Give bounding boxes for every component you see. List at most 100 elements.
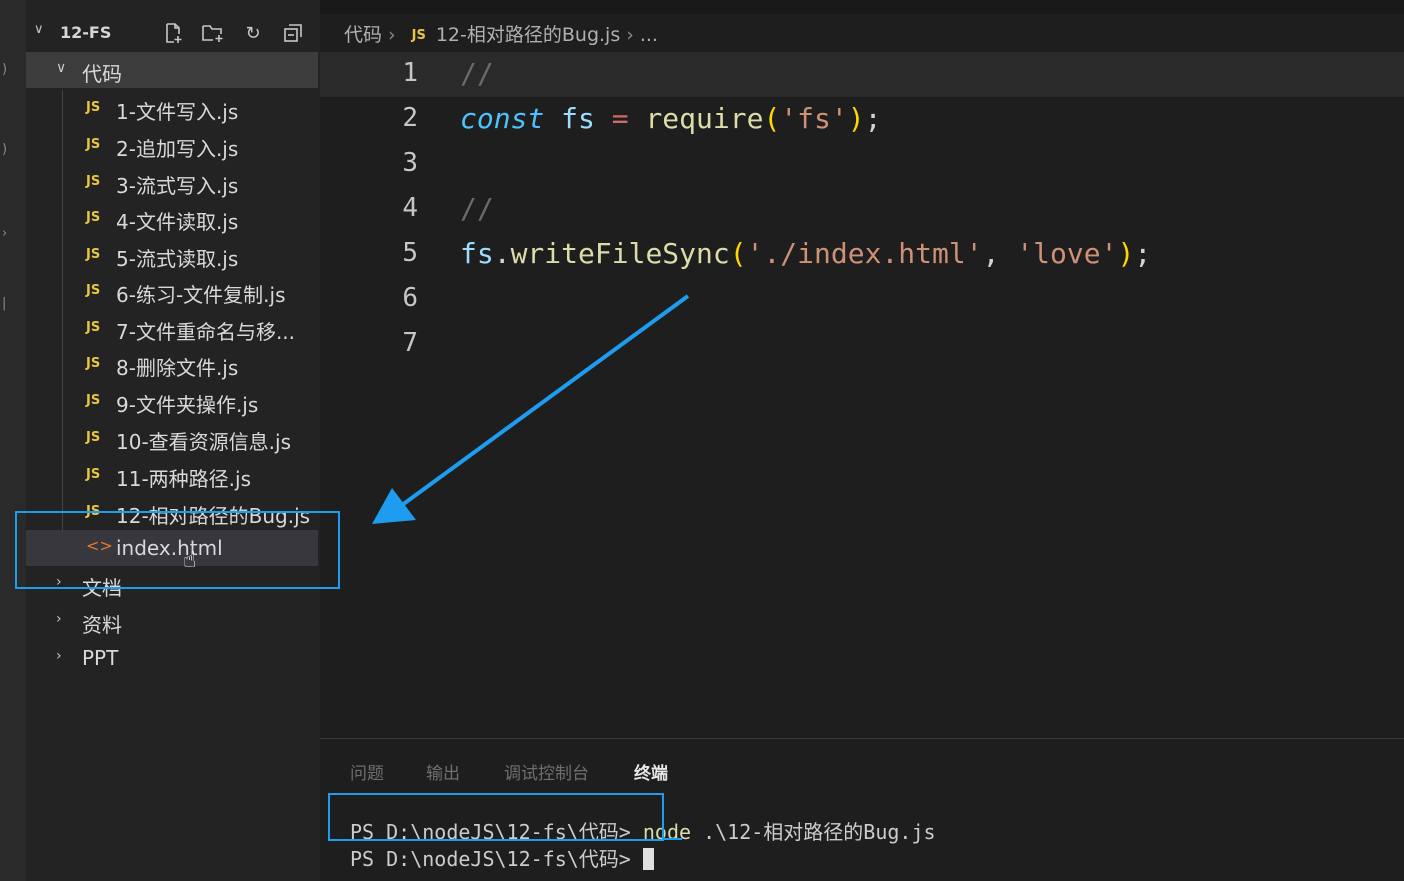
file-item[interactable]: JS 6-练习-文件复制.js xyxy=(26,273,318,309)
semicolon: ; xyxy=(1134,237,1152,270)
line-number: 3 xyxy=(402,148,418,178)
file-label: 4-文件读取.js xyxy=(116,210,239,234)
code-editor[interactable]: 代码 › JS 12-相对路径的Bug.js ›... 1 // 2 const fs … xyxy=(320,0,1404,738)
chevron-down-icon: ∨ xyxy=(56,60,67,76)
activity-icon[interactable]: › xyxy=(2,226,7,241)
js-file-icon: JS xyxy=(86,283,101,298)
folder-resources[interactable]: › 资料 xyxy=(26,603,318,639)
file-item[interactable]: JS 5-流式读取.js xyxy=(26,237,318,273)
js-file-icon: JS xyxy=(411,28,426,43)
explorer-header[interactable]: ∨ 12-FS ↻ xyxy=(26,14,320,52)
chevron-right-icon: › xyxy=(56,611,62,627)
variable: fs xyxy=(460,237,494,270)
line-number: 1 xyxy=(402,58,418,88)
semicolon: ; xyxy=(864,102,882,135)
folder-ppt[interactable]: › PPT xyxy=(26,640,318,676)
comment: // xyxy=(460,192,494,225)
string: 'love' xyxy=(1016,237,1118,270)
line-number: 6 xyxy=(402,283,418,313)
highlight-box xyxy=(328,793,664,841)
paren: ) xyxy=(1117,237,1135,270)
file-label: 5-流式读取.js xyxy=(116,247,239,271)
code-line[interactable]: 5 fs.writeFileSync('./index.html', 'love… xyxy=(320,232,1404,277)
js-file-icon: JS xyxy=(86,430,101,445)
file-item[interactable]: JS 2-追加写入.js xyxy=(26,127,318,163)
terminal-cursor xyxy=(642,848,654,870)
file-item[interactable]: JS 8-删除文件.js xyxy=(26,346,318,382)
tab-problems[interactable]: 问题 xyxy=(350,759,384,784)
code-line[interactable]: 2 const fs = require('fs'); xyxy=(320,97,1404,142)
refresh-icon[interactable]: ↻ xyxy=(240,20,266,46)
terminal-line[interactable]: PS D:\nodeJS\12-fs\代码> xyxy=(350,843,654,872)
file-label: 3-流式写入.js xyxy=(116,174,239,198)
file-label: 10-查看资源信息.js xyxy=(116,430,291,454)
comment: // xyxy=(460,57,494,90)
breadcrumb-more[interactable]: ... xyxy=(640,24,658,46)
code-line[interactable]: 3 xyxy=(320,142,1404,187)
file-label: 6-练习-文件复制.js xyxy=(116,283,286,307)
new-file-icon[interactable] xyxy=(160,20,186,46)
tab-output[interactable]: 输出 xyxy=(426,759,460,784)
file-item[interactable]: JS 9-文件夹操作.js xyxy=(26,383,318,419)
function-name: writeFileSync xyxy=(510,237,730,270)
activity-bar: ) ) › | xyxy=(0,0,26,881)
terminal-args: .\12-相对路径的Bug.js xyxy=(691,820,936,844)
js-file-icon: JS xyxy=(86,210,101,225)
new-folder-icon[interactable] xyxy=(200,20,226,46)
file-item[interactable]: JS 10-查看资源信息.js xyxy=(26,420,318,456)
keyword: const xyxy=(460,102,545,135)
function-name: require xyxy=(645,102,764,135)
js-file-icon: JS xyxy=(86,137,101,152)
activity-icon[interactable]: ) xyxy=(2,142,7,157)
string: './index.html' xyxy=(746,237,983,270)
line-number: 2 xyxy=(402,103,418,133)
highlight-box xyxy=(15,511,340,589)
file-item[interactable]: JS 7-文件重命名与移... xyxy=(26,310,318,346)
line-number: 4 xyxy=(402,193,418,223)
folder-code[interactable]: ∨ 代码 xyxy=(26,52,318,88)
file-item[interactable]: JS 3-流式写入.js xyxy=(26,164,318,200)
dot: . xyxy=(493,237,511,270)
js-file-icon: JS xyxy=(86,247,101,262)
comma: , xyxy=(982,237,1017,270)
code-line[interactable]: 4 // xyxy=(320,187,1404,232)
paren: ( xyxy=(763,102,781,135)
explorer-sidebar: ∨ 12-FS ↻ ∨ 代码 JS 1-文件写入.js JS 2-追加写入.js… xyxy=(26,0,320,881)
tab-terminal[interactable]: 终端 xyxy=(634,759,668,784)
file-label: 1-文件写入.js xyxy=(116,100,239,124)
js-file-icon: JS xyxy=(86,356,101,371)
file-item[interactable]: JS 1-文件写入.js xyxy=(26,90,318,126)
js-file-icon: JS xyxy=(86,467,101,482)
collapse-all-icon[interactable] xyxy=(280,20,306,46)
line-number: 7 xyxy=(402,328,418,358)
code-line[interactable]: 6 xyxy=(320,277,1404,322)
file-label: 7-文件重命名与移... xyxy=(116,320,296,344)
string: 'fs' xyxy=(780,102,848,135)
file-label: 9-文件夹操作.js xyxy=(116,393,259,417)
breadcrumb-folder[interactable]: 代码 xyxy=(344,24,382,46)
mouse-cursor-icon: ☝ xyxy=(183,548,197,573)
js-file-icon: JS xyxy=(86,320,101,335)
tab-debug-console[interactable]: 调试控制台 xyxy=(504,759,589,784)
chevron-right-icon: › xyxy=(388,24,396,46)
file-item[interactable]: JS 11-两种路径.js xyxy=(26,457,318,493)
js-file-icon: JS xyxy=(86,393,101,408)
activity-icon[interactable]: ) xyxy=(2,62,7,77)
code-text: const fs = require('fs'); xyxy=(460,102,881,135)
breadcrumb: 代码 › JS 12-相对路径的Bug.js ›... xyxy=(344,20,658,47)
folder-label: 资料 xyxy=(82,613,122,637)
breadcrumb-file[interactable]: 12-相对路径的Bug.js xyxy=(436,24,620,46)
js-file-icon: JS xyxy=(86,174,101,189)
variable: fs xyxy=(561,102,595,135)
file-item[interactable]: JS 4-文件读取.js xyxy=(26,200,318,236)
file-label: 11-两种路径.js xyxy=(116,467,251,491)
terminal-prompt: PS D:\nodeJS\12-fs\代码> xyxy=(350,847,643,871)
file-label: 2-追加写入.js xyxy=(116,137,239,161)
code-text: fs.writeFileSync('./index.html', 'love')… xyxy=(460,237,1151,270)
paren: ( xyxy=(729,237,747,270)
code-line[interactable]: 7 xyxy=(320,322,1404,367)
chevron-down-icon[interactable]: ∨ xyxy=(34,22,44,37)
activity-icon[interactable]: | xyxy=(2,296,6,311)
code-line[interactable]: 1 // xyxy=(320,52,1404,97)
line-number: 5 xyxy=(402,238,418,268)
